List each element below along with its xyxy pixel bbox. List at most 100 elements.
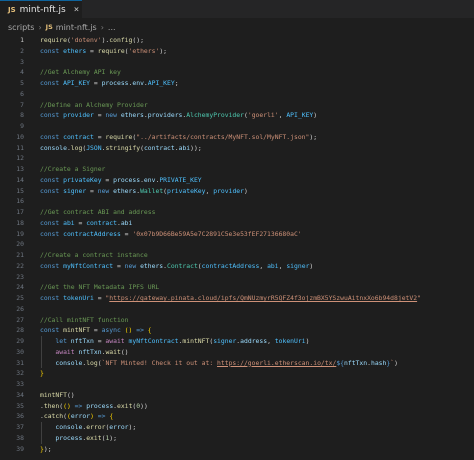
code-line[interactable]: 20	[0, 239, 474, 250]
code-line[interactable]: 23	[0, 272, 474, 283]
code-token: }	[40, 369, 44, 378]
code-token: await	[105, 337, 129, 345]
line-number: 18	[16, 218, 24, 227]
code-token: =	[86, 186, 98, 195]
code-token: {	[109, 412, 114, 421]
line-number: 31	[16, 358, 24, 367]
code-token: tokenUri	[274, 337, 306, 345]
code-text: console.log(JSON.stringify(contract.abi)…	[40, 143, 202, 154]
code-token: ,	[259, 261, 268, 270]
code-token: const	[40, 175, 64, 184]
code-line[interactable]: 2 const ethers = require('ethers');	[0, 46, 474, 57]
code-token: env	[132, 79, 144, 87]
code-text: console.log(`NFT Minted! Check it out at…	[40, 358, 398, 369]
code-line[interactable]: 30 await nftTxn.wait()	[0, 347, 474, 358]
code-token: const	[40, 261, 64, 270]
code-token: //Create a Signer	[40, 165, 106, 173]
code-token: );	[309, 132, 318, 141]
code-line[interactable]: 25 const tokenUri = "https://gateway.pina…	[0, 293, 474, 304]
code-line[interactable]: 24 //Get the NFT Metadata IPFS URL	[0, 282, 474, 293]
breadcrumb-file[interactable]: mint-nft.js	[56, 23, 97, 32]
code-token: myNftContract	[63, 261, 114, 270]
code-line[interactable]: 5 const API_KEY = process.env.API_KEY;	[0, 78, 474, 89]
code-line[interactable]: 12	[0, 153, 474, 164]
breadcrumb-more[interactable]: ...	[108, 23, 116, 32]
code-editor[interactable]: 1 require('dotenv').config(); 2 const ether…	[0, 35, 474, 460]
code-token: log	[70, 143, 83, 152]
code-text: const privateKey = process.env.PRIVATE_K…	[40, 175, 202, 186]
code-token: require	[105, 132, 133, 141]
code-text: });	[40, 444, 52, 455]
code-token: nftTxn	[344, 358, 368, 367]
code-line[interactable]: 33	[0, 379, 474, 390]
code-line[interactable]: 22 const myNftContract = new ethers.Contr…	[0, 261, 474, 272]
code-line[interactable]: 11 console.log(JSON.stringify(contract.ab…	[0, 143, 474, 154]
code-line[interactable]: 1 require('dotenv').config();	[0, 35, 474, 46]
code-token: ;	[174, 79, 179, 87]
code-token: await	[55, 347, 79, 356]
line-number: 25	[16, 294, 24, 302]
code-line[interactable]: 32}	[0, 368, 474, 379]
code-line[interactable]: 9	[0, 121, 474, 132]
code-text: const myNftContract = new ethers.Contrac…	[40, 261, 313, 272]
code-token: require	[97, 46, 125, 55]
code-token: console	[40, 143, 67, 152]
line-number: 32	[16, 369, 24, 378]
code-token: //Get Alchemy API key	[40, 68, 121, 77]
close-icon[interactable]: ×	[74, 5, 79, 15]
code-line[interactable]: 16	[0, 196, 474, 207]
code-line[interactable]: 6	[0, 89, 474, 100]
code-line[interactable]: 36 .catch((error) => {	[0, 411, 474, 422]
code-line[interactable]: 13 //Create a Signer	[0, 164, 474, 175]
code-line[interactable]: 15 const signer = new ethers.Wallet(priva…	[0, 186, 474, 197]
code-line[interactable]: 26	[0, 304, 474, 315]
code-line[interactable]: 17 //Get contract ABI and address	[0, 207, 474, 218]
code-token: https://goerli.etherscan.io/tx/	[217, 358, 337, 367]
code-line[interactable]: 39});	[0, 444, 474, 455]
code-line[interactable]: 19 const contractAddress = '0x07b9D66Be59…	[0, 229, 474, 240]
code-text: const mintNFT = async () => {	[40, 325, 152, 336]
code-token: )	[394, 358, 398, 367]
code-line[interactable]: 18 const abi = contract.abi	[0, 218, 474, 229]
tab-bar: JS mint-nft.js ×	[0, 0, 474, 18]
code-line[interactable]: 31 console.log(`NFT Minted! Check it out…	[0, 358, 474, 369]
code-token: abi	[178, 143, 191, 152]
code-line[interactable]: 35 .then(() => process.exit(0))	[0, 401, 474, 412]
code-token: myNftContract	[128, 337, 179, 345]
code-token: contractAddress	[63, 229, 121, 238]
code-token: process	[101, 79, 129, 87]
code-token: =	[93, 132, 106, 141]
code-line[interactable]: 37 console.error(error);	[0, 422, 474, 433]
code-line[interactable]: 10 const contract = require("../artifacts…	[0, 132, 474, 143]
code-line[interactable]: 38 process.exit(1);	[0, 433, 474, 444]
code-line[interactable]: 3	[0, 57, 474, 68]
code-line[interactable]: 28 const mintNFT = async () => {	[0, 325, 474, 336]
code-token: '0x07b9D66Be59A5e7C2891C5e3e53fEF2713668…	[132, 229, 302, 238]
code-token: =	[86, 46, 98, 55]
code-token: exit	[86, 433, 102, 442]
line-number: 33	[16, 380, 24, 388]
line-number: 29	[16, 337, 24, 345]
code-line[interactable]: 14 const privateKey = process.env.PRIVATE…	[0, 175, 474, 186]
line-number: 30	[16, 347, 24, 356]
code-line[interactable]: 34 mintNFT()	[0, 390, 474, 401]
tab-mint-nft[interactable]: JS mint-nft.js ×	[0, 0, 82, 18]
code-token: ethers	[63, 46, 87, 55]
code-line[interactable]: 29 let nftTxn = await myNftContract.mint…	[0, 336, 474, 347]
code-text: require('dotenv').config();	[40, 35, 144, 46]
breadcrumb-folder[interactable]: scripts	[8, 23, 34, 32]
line-number: 37	[16, 423, 24, 431]
code-line[interactable]: 4 //Get Alchemy API key	[0, 67, 474, 78]
code-token: PRIVATE_KEY	[159, 175, 202, 184]
code-line[interactable]: 8 const provider = new ethers.providers.A…	[0, 110, 474, 121]
chevron-right-icon: ›	[38, 22, 42, 32]
line-number: 21	[16, 251, 24, 259]
code-token: provider	[213, 186, 244, 195]
code-line[interactable]: 21 //Create a contract instance	[0, 250, 474, 261]
code-token: `NFT Minted! Check it out at:	[101, 358, 218, 367]
code-line[interactable]: 27 //Call mintNFT function	[0, 315, 474, 326]
code-line[interactable]: 7 //Define an Alchemy Provider	[0, 100, 474, 111]
code-text: const contract = require("../artifacts/c…	[40, 132, 317, 143]
code-token: mintNFT	[40, 390, 67, 399]
